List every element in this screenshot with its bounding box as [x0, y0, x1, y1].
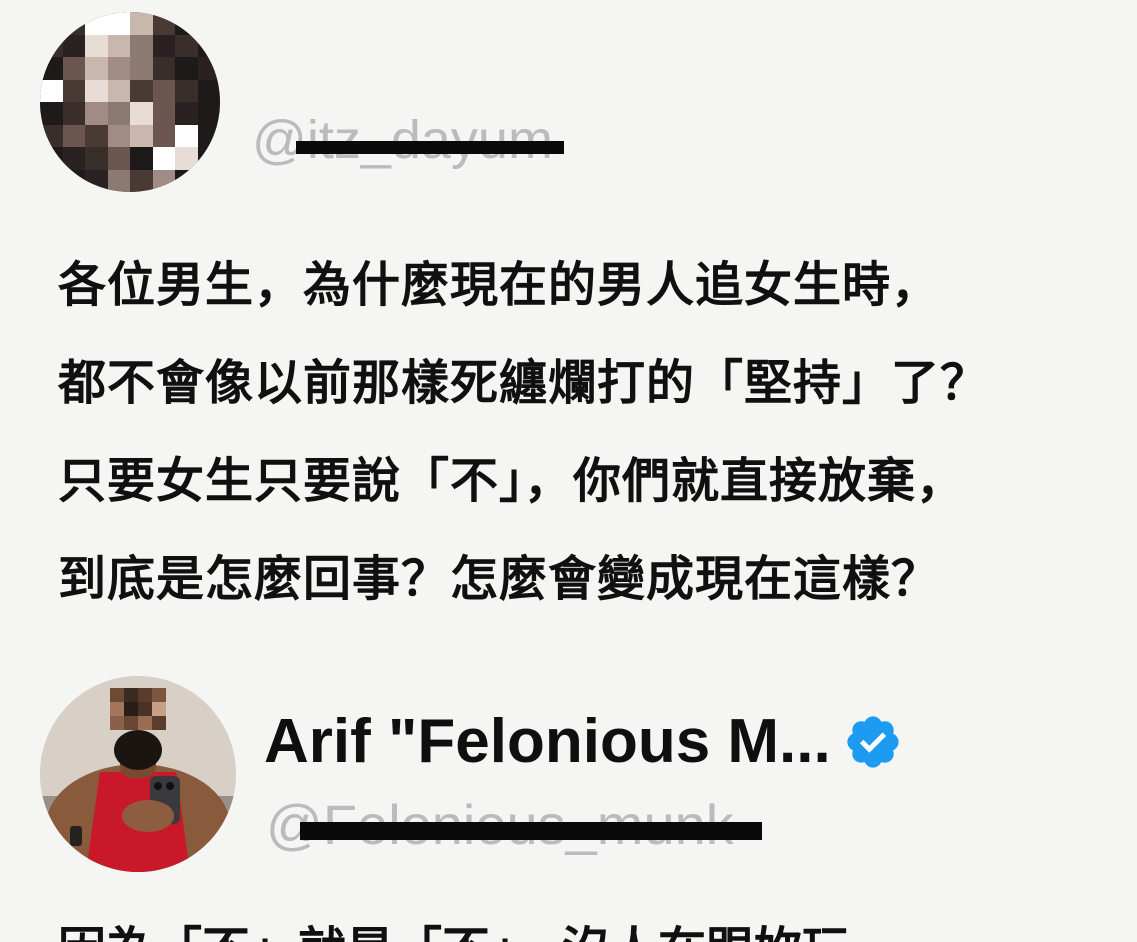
mosaic-tile [62, 102, 85, 125]
redaction-bar [296, 141, 564, 154]
mosaic-tile [40, 169, 63, 192]
mosaic-tile [152, 169, 175, 192]
mosaic-tile [130, 102, 153, 125]
mosaic-tile [85, 34, 108, 57]
avatar[interactable] [40, 676, 236, 872]
screenshot-page: @itz_dayum 各位男生，為什麼現在的男人追女生時， 都不會像以前那樣死纏… [0, 0, 1137, 942]
tweet-text-line: 到底是怎麼回事？怎麼會變成現在這樣？ [58, 551, 941, 607]
display-name-row[interactable]: Arif "Felonious M... [264, 704, 903, 780]
tweet-text-line: 各位男生，為什麼現在的男人追女生時， [58, 257, 941, 313]
mosaic-tile [62, 124, 85, 147]
mosaic-tile [175, 57, 198, 80]
mosaic-tile [40, 124, 63, 147]
mosaic-tile [197, 124, 220, 147]
mosaic-tile [130, 169, 153, 192]
mosaic-tile [40, 79, 63, 102]
mosaic-tile [85, 124, 108, 147]
mosaic-tile [197, 147, 220, 170]
mosaic-tile [175, 102, 198, 125]
mosaic-tile [107, 169, 130, 192]
handle-text: @itz_dayum [252, 110, 553, 170]
mosaic-tile [62, 79, 85, 102]
mosaic-tile [62, 169, 85, 192]
tweet-card: Arif "Felonious M... @Felonious_munk 因為「… [0, 660, 1137, 942]
tweet-text-line: 只要女生只要說「不」，你們就直接放棄， [58, 453, 966, 509]
avatar-photo [40, 676, 236, 872]
mosaic-tile [130, 57, 153, 80]
mosaic-tile [107, 57, 130, 80]
mosaic-tile [107, 79, 130, 102]
mosaic-tile [175, 79, 198, 102]
mosaic-tile [175, 147, 198, 170]
mosaic-tile [62, 57, 85, 80]
mosaic-tile [152, 102, 175, 125]
mosaic-tile [130, 124, 153, 147]
mosaic-tile [152, 57, 175, 80]
mosaic-tile [107, 102, 130, 125]
mosaic-tile [197, 102, 220, 125]
mosaic-tile [152, 124, 175, 147]
mosaic-tile [40, 102, 63, 125]
mosaic-tile [197, 169, 220, 192]
mosaic-tile [85, 169, 108, 192]
mosaic-tile [130, 34, 153, 57]
redaction-bar [300, 822, 762, 840]
mosaic-tile [175, 12, 198, 35]
avatar[interactable] [40, 12, 220, 192]
mosaic-tile [197, 79, 220, 102]
mosaic-tile [62, 34, 85, 57]
mosaic-tile [85, 79, 108, 102]
mosaic-tile [40, 57, 63, 80]
verified-check-icon [847, 716, 899, 768]
mosaic-tile [107, 12, 130, 35]
user-handle[interactable]: @itz_dayum [252, 108, 582, 172]
tweet-text-line: 都不會像以前那樣死纏爛打的「堅持」了？ [58, 355, 990, 411]
mosaic-tile [85, 12, 108, 35]
mosaic-tile [130, 147, 153, 170]
tweet-card: @itz_dayum 各位男生，為什麼現在的男人追女生時， 都不會像以前那樣死纏… [0, 0, 1137, 640]
mosaic-tile [85, 57, 108, 80]
mosaic-tile [197, 34, 220, 57]
mosaic-tile [175, 34, 198, 57]
mosaic-tile [62, 12, 85, 35]
mosaic-tile [40, 12, 63, 35]
mosaic-tile [85, 102, 108, 125]
mosaic-tile [197, 57, 220, 80]
display-name: Arif "Felonious M... [264, 707, 831, 776]
mosaic-tile [62, 147, 85, 170]
mosaic-tile [152, 34, 175, 57]
mosaic-tile [40, 34, 63, 57]
mosaic-tile [175, 124, 198, 147]
mosaic-tile [130, 79, 153, 102]
tweet-text: 各位男生，為什麼現在的男人追女生時， 都不會像以前那樣死纏爛打的「堅持」了？ 只… [58, 236, 1118, 628]
mosaic-tile [130, 12, 153, 35]
mosaic-tile [107, 124, 130, 147]
mosaic-tile [152, 12, 175, 35]
tweet-text-partial: 因為「不」就是「不」，沒人在跟妳玩 [58, 920, 850, 942]
mosaic-tile [175, 169, 198, 192]
mosaic-tile [152, 79, 175, 102]
mosaic-tile [107, 34, 130, 57]
mosaic-tile [40, 147, 63, 170]
mosaic-tile [197, 12, 220, 35]
mosaic-tile [85, 147, 108, 170]
user-handle[interactable]: @Felonious_munk [266, 792, 786, 856]
mosaic-tile [107, 147, 130, 170]
mosaic-tile [152, 147, 175, 170]
pixelated-avatar-image [40, 12, 220, 192]
